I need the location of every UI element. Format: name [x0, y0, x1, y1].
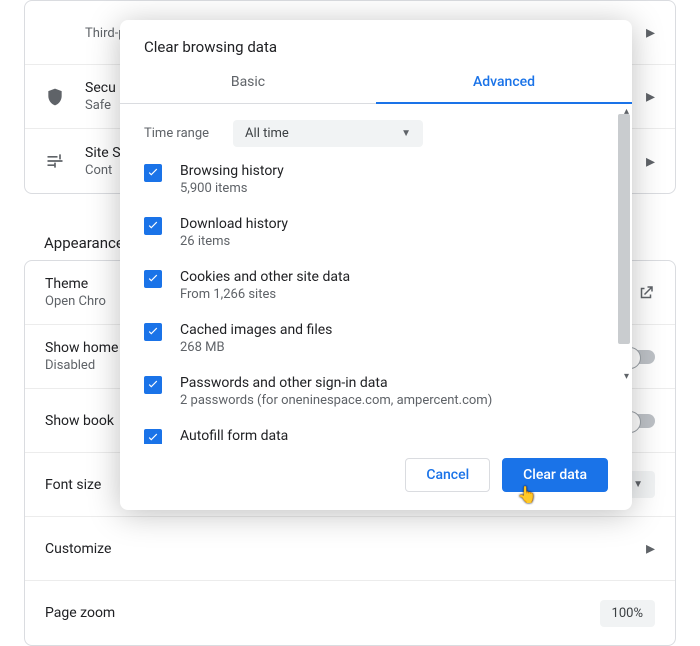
- page-zoom-row[interactable]: Page zoom 100%: [25, 581, 675, 645]
- cancel-button[interactable]: Cancel: [405, 458, 490, 492]
- dialog-footer: Cancel Clear data 👆: [120, 444, 632, 510]
- checkbox-cookies[interactable]: [144, 270, 162, 288]
- opt-title: Download history: [180, 216, 288, 232]
- opt-browsing-history[interactable]: Browsing history 5,900 items: [144, 163, 598, 196]
- opt-sub: 5,900 items: [180, 181, 284, 196]
- opt-title: Cached images and files: [180, 322, 332, 338]
- time-range-row: Time range All time ▼: [144, 120, 608, 147]
- options-list: Browsing history 5,900 items Download his…: [144, 163, 608, 444]
- dropdown-triangle-icon: ▼: [401, 128, 411, 139]
- checkbox-cached[interactable]: [144, 323, 162, 341]
- clear-browsing-data-dialog: Clear browsing data Basic Advanced ▴ ▾ T…: [120, 20, 632, 510]
- opt-sub: 26 items: [180, 234, 288, 249]
- tab-advanced[interactable]: Advanced: [376, 62, 632, 104]
- checkbox-passwords[interactable]: [144, 376, 162, 394]
- chevron-right-icon: ▸: [646, 538, 655, 559]
- opt-cookies[interactable]: Cookies and other site data From 1,266 si…: [144, 269, 598, 302]
- opt-sub: 2 passwords (for oneninespace.com, amper…: [180, 393, 492, 408]
- dialog-tabs: Basic Advanced: [120, 62, 632, 104]
- scroll-down-arrow[interactable]: ▾: [624, 371, 629, 382]
- mouse-cursor-icon: 👆: [517, 485, 537, 504]
- customize-fonts-row[interactable]: Customize ▸: [25, 517, 675, 581]
- opt-title: Browsing history: [180, 163, 284, 179]
- opt-title: Cookies and other site data: [180, 269, 350, 285]
- zoom-select[interactable]: 100%: [600, 600, 655, 627]
- checkbox-browsing-history[interactable]: [144, 164, 162, 182]
- dialog-title: Clear browsing data: [120, 20, 632, 62]
- zoom-title: Page zoom: [45, 605, 600, 621]
- zoom-value: 100%: [612, 606, 643, 621]
- dialog-body: ▴ ▾ Time range All time ▼ Browsing histo…: [120, 104, 632, 444]
- opt-sub: 268 MB: [180, 340, 332, 355]
- checkbox-autofill[interactable]: [144, 429, 162, 444]
- tab-basic[interactable]: Basic: [120, 62, 376, 104]
- time-range-select[interactable]: All time ▼: [233, 120, 423, 147]
- time-range-label: Time range: [144, 126, 209, 141]
- opt-download-history[interactable]: Download history 26 items: [144, 216, 598, 249]
- opt-passwords[interactable]: Passwords and other sign-in data 2 passwo…: [144, 375, 598, 408]
- customize-title: Customize: [45, 541, 646, 557]
- opt-title: Passwords and other sign-in data: [180, 375, 492, 391]
- checkbox-download-history[interactable]: [144, 217, 162, 235]
- opt-cached[interactable]: Cached images and files 268 MB: [144, 322, 598, 355]
- time-range-value: All time: [245, 126, 289, 141]
- opt-autofill[interactable]: Autofill form data: [144, 428, 598, 444]
- opt-title: Autofill form data: [180, 428, 288, 444]
- opt-sub: From 1,266 sites: [180, 287, 350, 302]
- scrollbar-thumb[interactable]: [618, 114, 630, 344]
